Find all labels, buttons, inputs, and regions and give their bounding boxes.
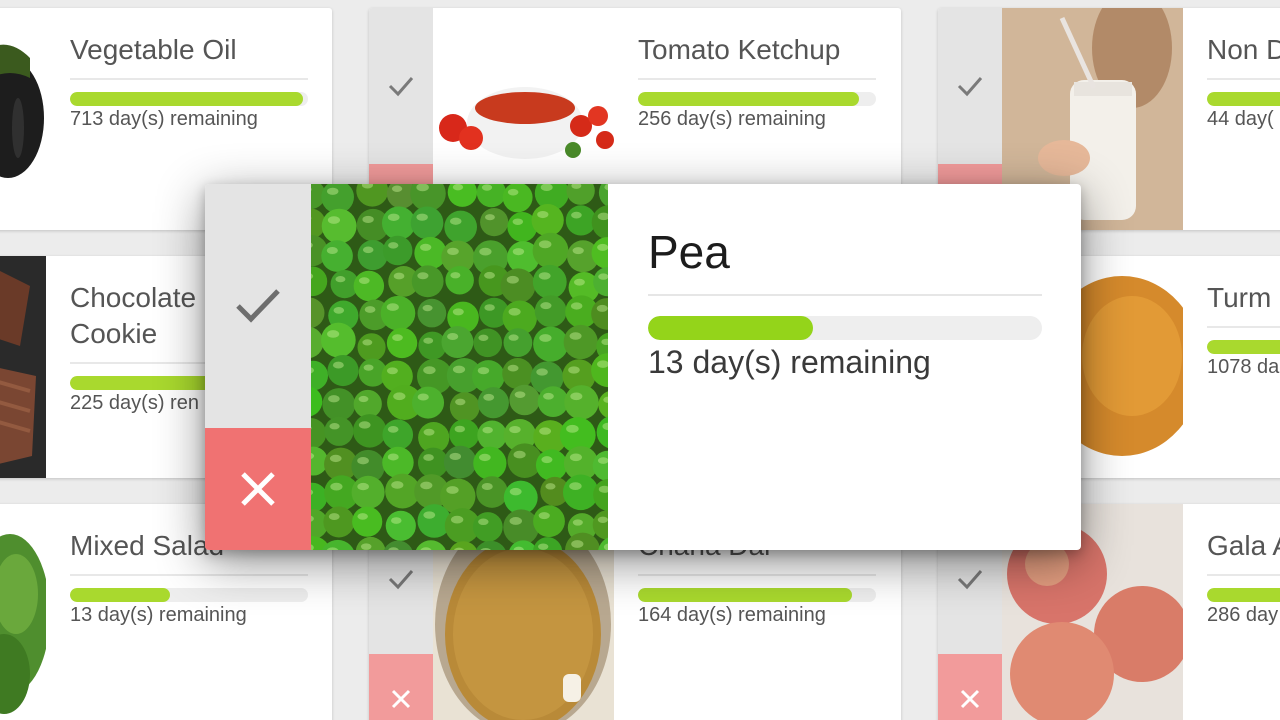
- progress-bar: [1207, 92, 1280, 106]
- progress-bar: [638, 588, 876, 602]
- remaining-text: 44 day(: [1207, 108, 1274, 130]
- modal-remaining-text: 13 day(s) remaining: [648, 344, 931, 380]
- remaining-text: 1078 da: [1207, 356, 1280, 378]
- remaining-text: 13 day(s) remaining: [70, 604, 247, 626]
- card-title: Non D: [1207, 32, 1280, 80]
- mixed-salad-image: [0, 504, 46, 720]
- check-icon[interactable]: [938, 8, 1002, 164]
- remaining-text: 256 day(s) remaining: [638, 108, 826, 130]
- check-icon[interactable]: [369, 8, 433, 164]
- progress-bar: [1207, 340, 1280, 354]
- progress-bar: [70, 588, 308, 602]
- close-icon[interactable]: [369, 654, 433, 720]
- modal-progress-fill: [648, 316, 814, 340]
- modal-title: Pea: [648, 226, 1042, 296]
- item-detail-modal[interactable]: Pea 13 day(s) remaining: [205, 184, 1081, 550]
- close-icon[interactable]: [205, 428, 311, 550]
- remaining-text: 164 day(s) remaining: [638, 604, 826, 626]
- progress-bar: [70, 92, 308, 106]
- pea-image: [311, 184, 608, 550]
- progress-bar: [638, 92, 876, 106]
- remaining-text: 713 day(s) remaining: [70, 108, 258, 130]
- close-icon[interactable]: [938, 654, 1002, 720]
- check-icon[interactable]: [205, 184, 311, 428]
- progress-bar: [1207, 588, 1280, 602]
- remaining-text: 286 day: [1207, 604, 1279, 626]
- vegetable-oil-image: [0, 8, 46, 230]
- card-title: Turm: [1207, 280, 1280, 328]
- card-title: Vegetable Oil: [70, 32, 308, 80]
- card-title: Gala A: [1207, 528, 1280, 576]
- card-title: Tomato Ketchup: [638, 32, 876, 80]
- chocolate-cookie-image: [0, 256, 46, 478]
- modal-progress-bar: [648, 316, 1042, 340]
